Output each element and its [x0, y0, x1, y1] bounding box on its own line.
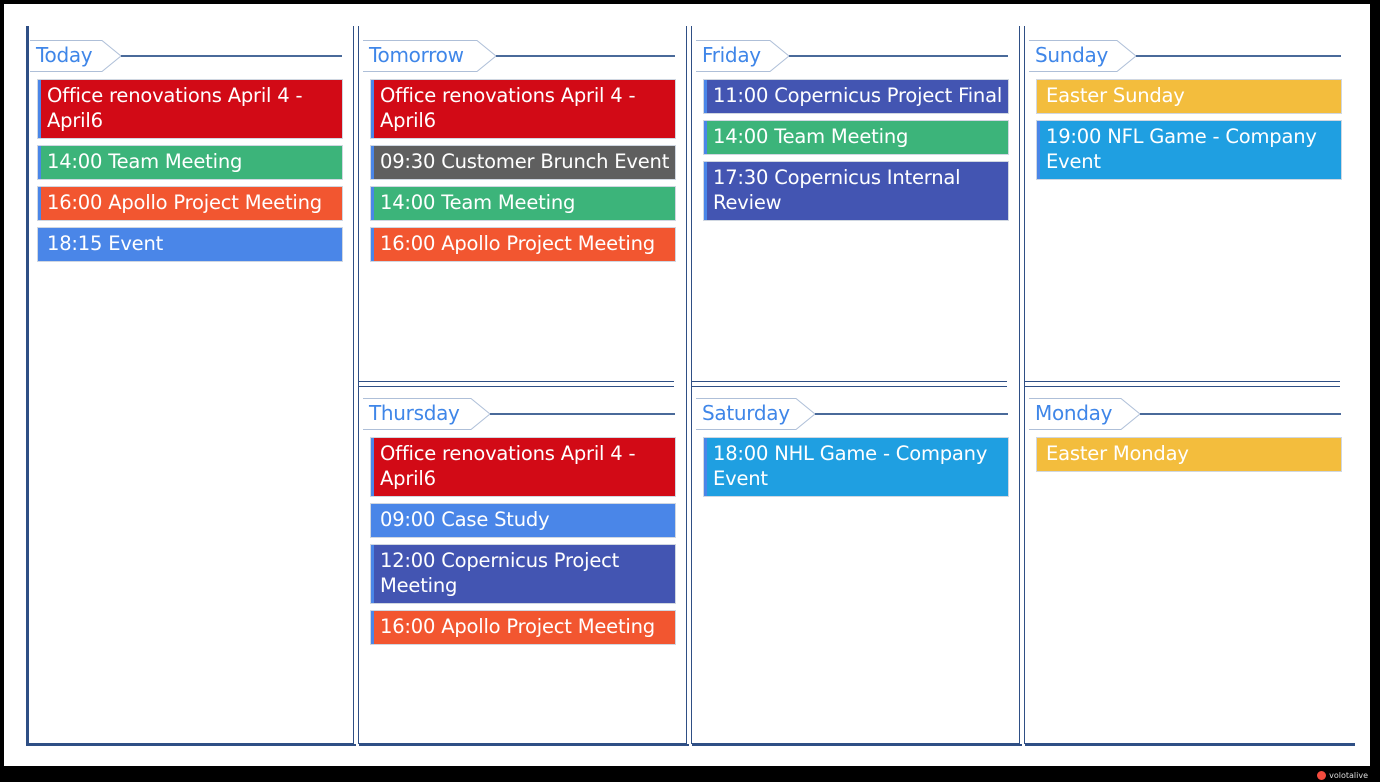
day-panel-thursday: Thursday Office renovations April 4 - Apr…: [363, 398, 675, 698]
event-item[interactable]: 16:00 Apollo Project Meeting: [371, 228, 675, 261]
day-panel-saturday: Saturday 18:00 NHL Game - Company Event: [696, 398, 1008, 698]
day-panel-friday: Friday 11:00 Copernicus Project Final 14:0…: [696, 40, 1008, 340]
day-label: Today: [36, 43, 93, 67]
day-header-tab: Monday: [1029, 398, 1141, 430]
event-item[interactable]: 12:00 Copernicus Project Meeting: [371, 545, 675, 603]
branding: volotalive: [1317, 771, 1368, 780]
day-panel-tomorrow: Tomorrow Office renovations April 4 - Apr…: [363, 40, 675, 340]
day-header-today: Today: [30, 40, 342, 72]
day-label: Monday: [1035, 401, 1113, 425]
day-header-tab: Saturday: [696, 398, 816, 430]
day-panel-today: Today Office renovations April 4 - April6…: [30, 40, 342, 340]
day-header-tab: Thursday: [363, 398, 491, 430]
header-rule: [1136, 55, 1341, 57]
day-header-saturday: Saturday: [696, 398, 1008, 430]
day-header-friday: Friday: [696, 40, 1008, 72]
header-rule: [121, 55, 342, 57]
branding-text: volotalive: [1329, 771, 1368, 780]
event-item[interactable]: Office renovations April 4 - April6: [371, 80, 675, 138]
frame-bottom-4: [1025, 743, 1355, 746]
event-list: 11:00 Copernicus Project Final 14:00 Team…: [704, 80, 1008, 228]
day-header-thursday: Thursday: [363, 398, 675, 430]
day-label: Thursday: [369, 401, 460, 425]
header-rule: [815, 413, 1008, 415]
event-list: Office renovations April 4 - April6 14:00…: [38, 80, 342, 269]
day-header-tab: Today: [30, 40, 122, 72]
day-header-tab: Tomorrow: [363, 40, 497, 72]
day-label: Sunday: [1035, 43, 1109, 67]
header-rule: [1140, 413, 1341, 415]
event-item[interactable]: 09:00 Case Study: [371, 504, 675, 537]
frame-bottom-2: [359, 743, 689, 746]
event-item[interactable]: Easter Sunday: [1037, 80, 1341, 113]
event-item[interactable]: 19:00 NFL Game - Company Event: [1037, 121, 1341, 179]
header-rule: [490, 413, 675, 415]
red-dot-logo-icon: [1317, 771, 1327, 780]
event-item[interactable]: Office renovations April 4 - April6: [38, 80, 342, 138]
day-panel-monday: Monday Easter Monday: [1029, 398, 1341, 698]
event-item[interactable]: 09:30 Customer Brunch Event: [371, 146, 675, 179]
event-item[interactable]: 14:00 Team Meeting: [704, 121, 1008, 154]
day-label: Friday: [702, 43, 761, 67]
day-header-monday: Monday: [1029, 398, 1341, 430]
day-panel-sunday: Sunday Easter Sunday 19:00 NFL Game - Comp…: [1029, 40, 1341, 340]
event-item[interactable]: 16:00 Apollo Project Meeting: [38, 187, 342, 220]
event-item[interactable]: 14:00 Team Meeting: [38, 146, 342, 179]
header-rule: [496, 55, 675, 57]
row-divider-4: [1025, 381, 1340, 387]
event-item[interactable]: 16:00 Apollo Project Meeting: [371, 611, 675, 644]
event-list: Easter Monday: [1037, 438, 1341, 479]
event-item[interactable]: 18:00 NHL Game - Company Event: [704, 438, 1008, 496]
frame-left: [26, 26, 29, 746]
header-rule: [789, 55, 1008, 57]
day-header-tab: Friday: [696, 40, 790, 72]
event-item[interactable]: 11:00 Copernicus Project Final: [704, 80, 1008, 113]
day-header-tab: Sunday: [1029, 40, 1137, 72]
event-item[interactable]: Easter Monday: [1037, 438, 1341, 471]
event-list: Office renovations April 4 - April6 09:00…: [371, 438, 675, 652]
event-item[interactable]: 14:00 Team Meeting: [371, 187, 675, 220]
frame-bottom-1: [26, 743, 356, 746]
event-list: Easter Sunday 19:00 NFL Game - Company Ev…: [1037, 80, 1341, 187]
row-divider-3: [692, 381, 1007, 387]
day-label: Tomorrow: [369, 43, 464, 67]
event-item[interactable]: Office renovations April 4 - April6: [371, 438, 675, 496]
event-list: Office renovations April 4 - April6 09:30…: [371, 80, 675, 269]
day-header-tomorrow: Tomorrow: [363, 40, 675, 72]
day-header-sunday: Sunday: [1029, 40, 1341, 72]
event-item[interactable]: 17:30 Copernicus Internal Review: [704, 162, 1008, 220]
event-item[interactable]: 18:15 Event: [38, 228, 342, 261]
frame-bottom-3: [692, 743, 1022, 746]
event-list: 18:00 NHL Game - Company Event: [704, 438, 1008, 504]
calendar-board: Today Office renovations April 4 - April6…: [4, 4, 1370, 766]
day-label: Saturday: [702, 401, 790, 425]
row-divider-2: [359, 381, 674, 387]
